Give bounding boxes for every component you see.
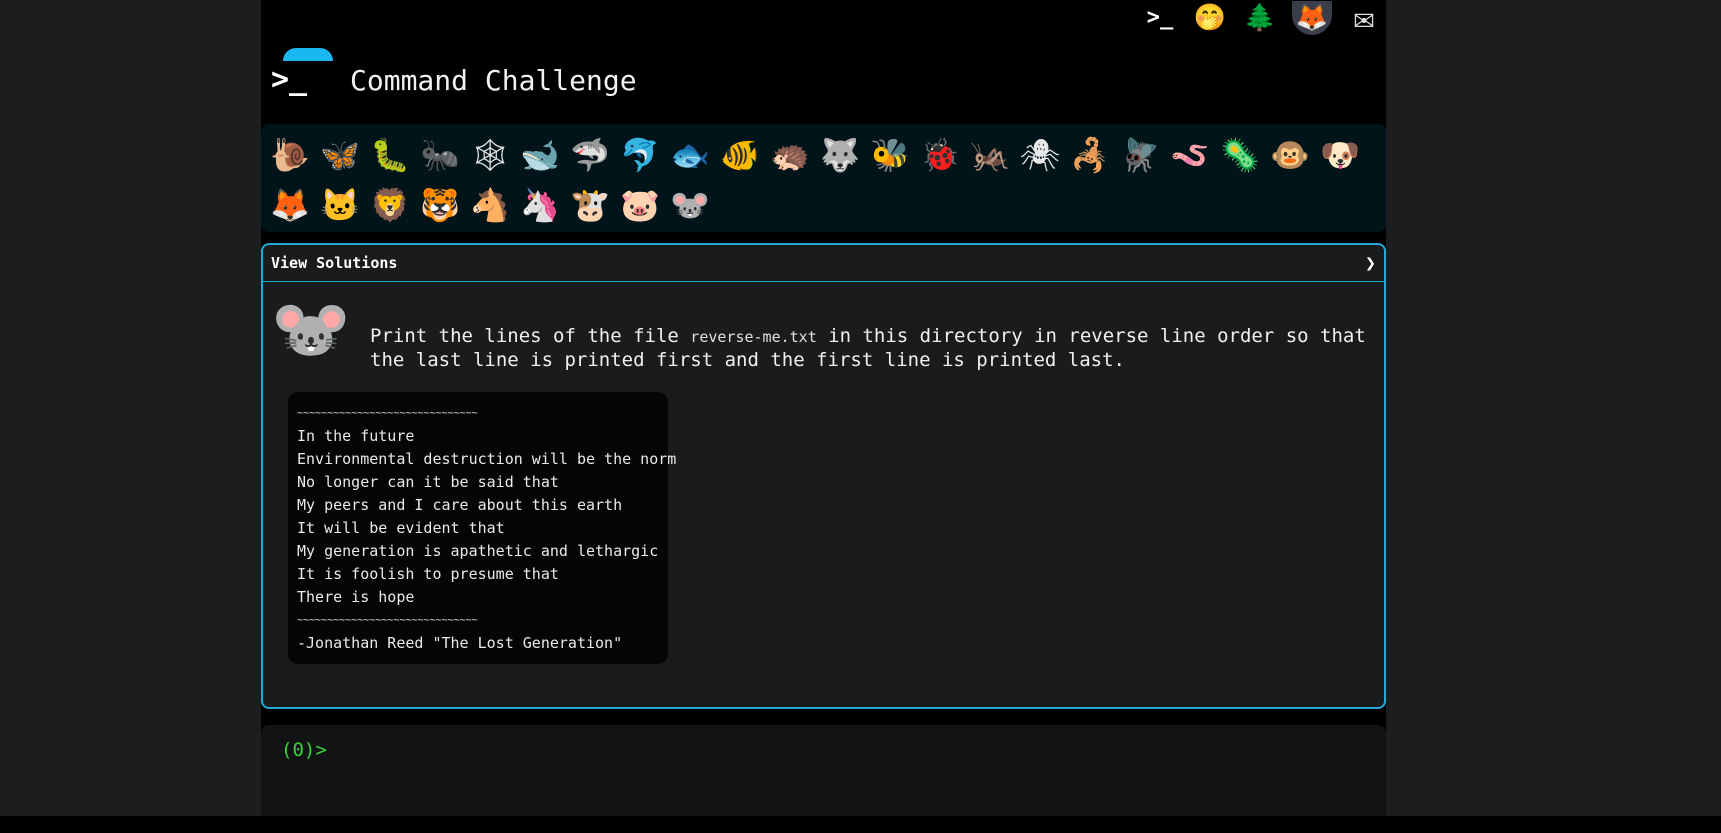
mouse-avatar-icon: 🐭	[271, 293, 351, 367]
challenge-description-start: Print the lines of the file	[370, 325, 691, 347]
animal-scorpion-icon[interactable]: 🦂	[1065, 130, 1115, 180]
animal-dolphin-icon[interactable]: 🐬	[615, 130, 665, 180]
file-line: In the future	[297, 427, 415, 445]
animal-caterpillar-icon[interactable]: 🐛	[365, 130, 415, 180]
file-line: My generation is apathetic and lethargic	[297, 542, 659, 560]
animal-fish-icon[interactable]: 🐟	[665, 130, 715, 180]
file-line: -Jonathan Reed "The Lost Generation"	[297, 634, 623, 652]
animal-monkey-icon[interactable]: 🐵	[1265, 130, 1315, 180]
animal-horse-icon[interactable]: 🐴	[465, 180, 515, 230]
animal-whale-icon[interactable]: 🐋	[515, 130, 565, 180]
file-line: Environmental destruction will be the no…	[297, 450, 677, 468]
animal-cricket-icon[interactable]: 🦗	[965, 130, 1015, 180]
file-line: It is foolish to presume that	[297, 565, 559, 583]
gitlab-icon[interactable]: 🦊	[1292, 1, 1332, 35]
challenge-animal-strip: 🐌 🦋 🐛 🐜 🕸 🐋 🦈 🐬 🐟 🐠 🦔 🐺 🐝 🐞 🦗 🕷 🦂 🪰 🪱 🦠 🐵 🐶 🦊 🐱 🦁 🐯 🐴 🦄 🐮 🐷 🐭	[261, 124, 1386, 232]
animal-spider-web-icon[interactable]: 🕸	[465, 130, 515, 180]
animal-mouse-icon[interactable]: 🐭	[665, 180, 715, 230]
view-solutions-label: View Solutions	[271, 254, 398, 272]
file-line: It will be evident that	[297, 519, 505, 537]
shush-face-icon[interactable]: 🤭	[1192, 1, 1228, 35]
challenge-description: Print the lines of the file reverse-me.t…	[370, 325, 1370, 372]
mail-icon[interactable]: ✉	[1346, 1, 1382, 35]
animal-bee-icon[interactable]: 🐝	[865, 130, 915, 180]
animal-cat-icon[interactable]: 🐱	[315, 180, 365, 230]
view-solutions-toggle[interactable]: View Solutions ❯	[263, 245, 1384, 282]
terminal[interactable]: (0)>	[261, 725, 1386, 816]
logo-arc-icon	[283, 48, 333, 61]
animal-lion-icon[interactable]: 🦁	[365, 180, 415, 230]
animal-wolf-icon[interactable]: 🐺	[815, 130, 865, 180]
file-contents-block: ~~~~~~~~~~~~~~~~~~~~~~~~~~~~~~ In the fut…	[288, 392, 677, 664]
challenge-panel: View Solutions ❯ 🐭 Print the lines of th…	[261, 243, 1386, 709]
animal-snail-icon[interactable]: 🐌	[265, 130, 315, 180]
animal-butterfly-icon[interactable]: 🦋	[315, 130, 365, 180]
animal-cow-icon[interactable]: 🐮	[565, 180, 615, 230]
animal-ladybug-icon[interactable]: 🐞	[915, 130, 965, 180]
animal-dog-icon[interactable]: 🐶	[1315, 130, 1365, 180]
animal-unicorn-icon[interactable]: 🦄	[515, 180, 565, 230]
animal-tiger-icon[interactable]: 🐯	[415, 180, 465, 230]
page-title: Command Challenge	[350, 64, 637, 97]
tree-icon[interactable]: 🌲	[1242, 1, 1278, 35]
logo[interactable]: >_	[271, 48, 333, 98]
top-nav: >_ 🤭 🌲 🦊 ✉	[1142, 0, 1382, 36]
file-line: My peers and I care about this earth	[297, 496, 623, 514]
file-line: ~~~~~~~~~~~~~~~~~~~~~~~~~~~~~~	[297, 408, 478, 419]
challenge-filename: reverse-me.txt	[690, 328, 817, 346]
terminal-logo-icon: >_	[271, 62, 308, 97]
chevron-right-icon: ❯	[1365, 252, 1376, 274]
animal-worm-icon[interactable]: 🪱	[1165, 130, 1215, 180]
animal-hedgehog-icon[interactable]: 🦔	[765, 130, 815, 180]
terminal-prompt: (0)>	[281, 739, 327, 761]
file-line: ~~~~~~~~~~~~~~~~~~~~~~~~~~~~~~	[297, 615, 478, 626]
animal-fly-icon[interactable]: 🪰	[1115, 130, 1165, 180]
animal-tropical-fish-icon[interactable]: 🐠	[715, 130, 765, 180]
animal-microbe-icon[interactable]: 🦠	[1215, 130, 1265, 180]
animal-pig-icon[interactable]: 🐷	[615, 180, 665, 230]
animal-ant-icon[interactable]: 🐜	[415, 130, 465, 180]
animal-fox-icon[interactable]: 🦊	[265, 180, 315, 230]
file-line: No longer can it be said that	[297, 473, 559, 491]
animal-shark-icon[interactable]: 🦈	[565, 130, 615, 180]
page-bottom-bar	[0, 816, 1721, 833]
terminal-icon[interactable]: >_	[1142, 1, 1178, 35]
app-container: >_ 🤭 🌲 🦊 ✉ >_ Command Challenge 🐌 🦋 🐛 🐜 🕸 🐋 🦈 🐬…	[261, 0, 1386, 816]
animal-spider-icon[interactable]: 🕷	[1015, 130, 1065, 180]
file-line: There is hope	[297, 588, 415, 606]
